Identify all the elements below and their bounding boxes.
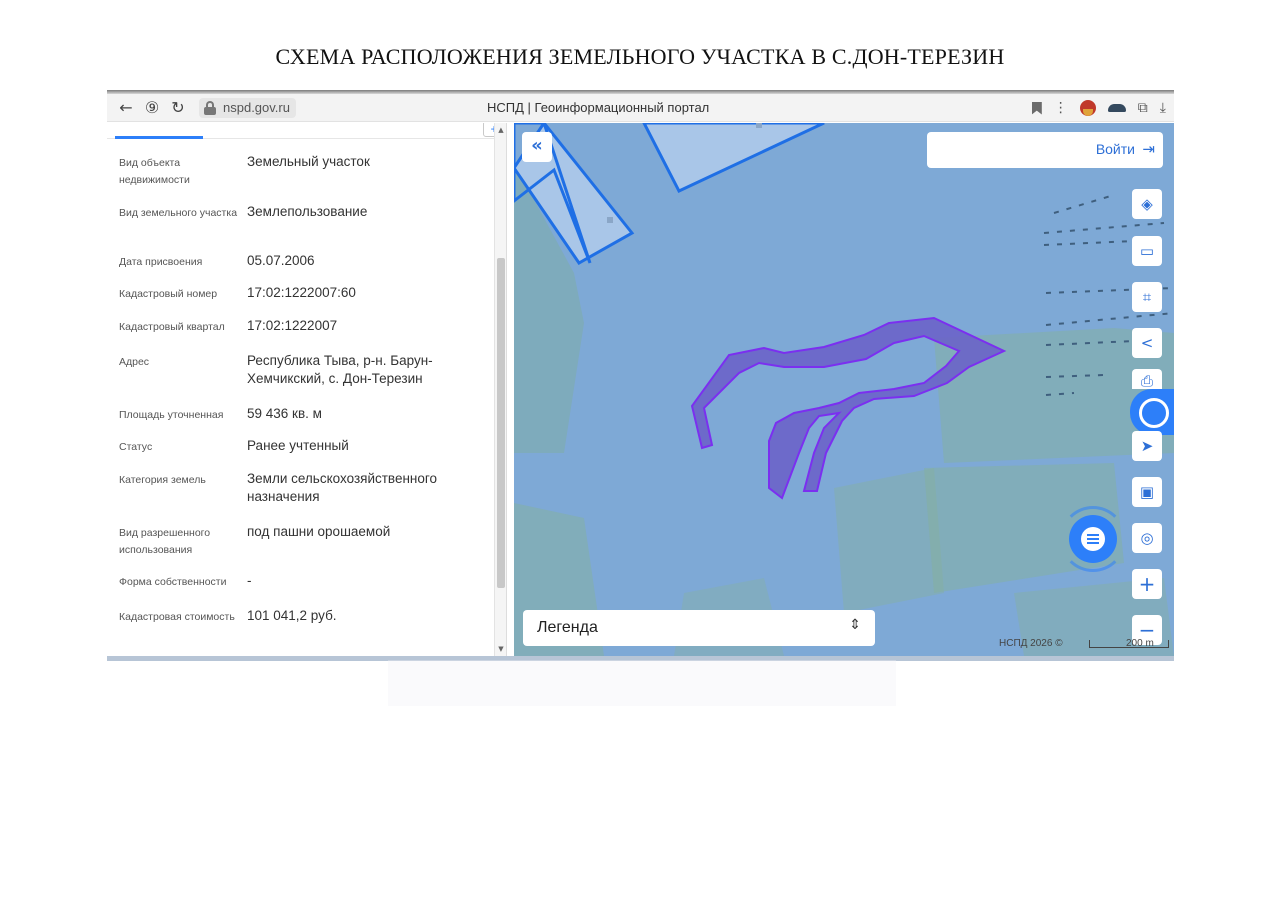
- property-label: Вид разрешенного использования: [119, 527, 211, 556]
- area-select-icon[interactable]: ⌗: [1132, 282, 1162, 312]
- faded-overlay: [388, 660, 896, 706]
- map-attribution: НСПД 2026 ©: [999, 638, 1063, 649]
- scroll-up-icon[interactable]: ▲: [495, 125, 506, 135]
- map-marker: [607, 217, 613, 223]
- legend-select[interactable]: Легенда ⇕: [523, 610, 875, 646]
- neighbor-parcel[interactable]: [642, 123, 825, 193]
- layers-icon[interactable]: ◈: [1132, 189, 1162, 219]
- panel-tabs: +: [107, 123, 506, 139]
- reload-icon[interactable]: ↻: [165, 94, 191, 122]
- property-value[interactable]: Землепользование: [247, 203, 477, 221]
- document-title: СХЕМА РАСПОЛОЖЕНИЯ ЗЕМЕЛЬНОГО УЧАСТКА В …: [275, 44, 1005, 69]
- property-value[interactable]: Республика Тыва, р-н. Барун-Хемчикский, …: [247, 352, 477, 388]
- active-tab-indicator: [115, 136, 203, 139]
- extension-hat-icon[interactable]: [1107, 104, 1126, 112]
- minimap-icon[interactable]: ▣: [1132, 477, 1162, 507]
- info-panel: + Вид объекта недвижимости Земельный учас…: [107, 123, 507, 656]
- extension-face-icon[interactable]: [1079, 100, 1096, 116]
- login-button[interactable]: Войти ⇥: [927, 132, 1163, 168]
- scroll-thumb[interactable]: [497, 258, 505, 588]
- browser-toolbar: ← ⑨ ↻ nspd.gov.ru НСПД | Геоинформационн…: [107, 94, 1174, 122]
- property-value[interactable]: 05.07.2006: [247, 252, 477, 270]
- legend-label: Легенда: [537, 619, 598, 636]
- property-value[interactable]: под пашни орошаемой: [247, 523, 477, 541]
- property-label: Адрес: [119, 356, 150, 368]
- download-icon[interactable]: ⤓: [1160, 100, 1166, 116]
- lock-icon: [203, 100, 217, 115]
- login-label: Войти: [1095, 141, 1135, 157]
- property-value[interactable]: 59 436 кв. м: [247, 405, 477, 423]
- browser-page-title: НСПД | Геоинформационный портал: [487, 100, 710, 115]
- back-arrow-icon[interactable]: ←: [113, 94, 139, 122]
- nspd-logo-icon[interactable]: [1130, 389, 1174, 435]
- bookmark-icon[interactable]: [1031, 101, 1042, 115]
- property-label: Площадь уточненная: [119, 409, 224, 421]
- zoom-in-button[interactable]: +: [1132, 569, 1162, 599]
- property-value[interactable]: Земельный участок: [247, 153, 477, 171]
- map-canvas[interactable]: [514, 123, 1174, 656]
- property-label: Дата присвоения: [119, 256, 203, 268]
- print-icon[interactable]: ⎙: [1132, 369, 1162, 390]
- property-value[interactable]: 101 041,2 руб.: [247, 607, 477, 625]
- property-value[interactable]: Земли сельскохозяйственного назначения: [247, 470, 477, 506]
- share-icon[interactable]: <: [1132, 328, 1162, 358]
- property-label: Вид объекта недвижимости: [119, 157, 190, 186]
- menu-dots-icon[interactable]: ⋮: [1054, 100, 1068, 116]
- scroll-down-icon[interactable]: ▼: [495, 644, 506, 654]
- chevron-updown-icon: ⇕: [849, 617, 861, 633]
- extensions-puzzle-icon[interactable]: ⧉: [1138, 100, 1148, 116]
- login-arrow-icon: ⇥: [1142, 140, 1155, 158]
- property-label: Кадастровый квартал: [119, 321, 225, 333]
- property-label: Статус: [119, 441, 153, 453]
- locate-arrow-icon[interactable]: ➤: [1132, 431, 1162, 461]
- property-label: Кадастровый номер: [119, 288, 218, 300]
- ruler-icon[interactable]: ▭: [1132, 236, 1162, 266]
- property-label: Форма собственности: [119, 576, 227, 588]
- property-value[interactable]: 17:02:1222007:60: [247, 284, 477, 302]
- property-value[interactable]: Ранее учтенный: [247, 437, 477, 455]
- property-label: Вид земельного участка: [119, 207, 238, 219]
- property-label: Кадастровая стоимость: [119, 611, 235, 623]
- map-view[interactable]: « Войти ⇥ ◈ ▭ ⌗ < ⎙ ➤ ▣ ◎ + − Легенда ⇕ …: [514, 123, 1174, 656]
- screenshot-frame: ← ⑨ ↻ nspd.gov.ru НСПД | Геоинформационн…: [107, 90, 1174, 661]
- chat-button[interactable]: [1069, 515, 1117, 563]
- address-bar[interactable]: nspd.gov.ru: [199, 97, 296, 118]
- panel-scrollbar[interactable]: ▲ ▼: [494, 123, 506, 656]
- property-value[interactable]: 17:02:1222007: [247, 317, 477, 335]
- url-text: nspd.gov.ru: [223, 100, 290, 115]
- property-value[interactable]: -: [247, 572, 477, 590]
- browser-actions: ⋮ ⧉ ⤓: [1031, 94, 1166, 122]
- property-label: Категория земель: [119, 474, 206, 486]
- map-marker: [756, 123, 762, 128]
- chat-icon: [1081, 527, 1105, 551]
- collapse-panel-button[interactable]: «: [522, 132, 552, 162]
- scale-label: 200 m: [1126, 638, 1154, 649]
- yandex-icon[interactable]: ⑨: [139, 94, 165, 122]
- geolocation-icon[interactable]: ◎: [1132, 523, 1162, 553]
